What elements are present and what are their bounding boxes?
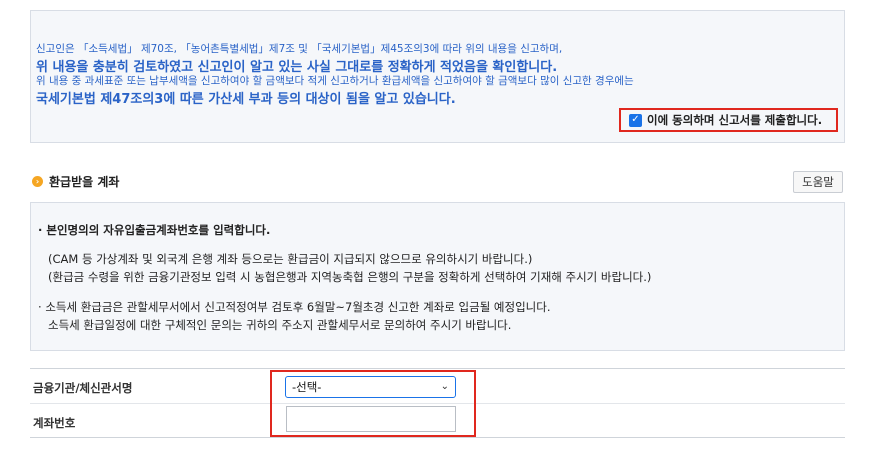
chevron-down-icon: ⌄ — [440, 381, 449, 392]
bank-select-value: -선택- — [292, 380, 322, 394]
declaration-box: 신고인은 「소득세법」 제70조, 「농어촌특별세법」제7조 및 「국세기본법」… — [30, 10, 845, 143]
notice-item-2-line-1: · 소득세 환급금은 관할세무서에서 신고적정여부 검토후 6월말~7월초경 신… — [38, 300, 551, 314]
notice-item-2-line-2: 소득세 환급일정에 대한 구체적인 문의는 귀하의 주소지 관할세무서로 문의하… — [48, 318, 512, 332]
notice-box: · 본인명의의 자유입출금계좌번호를 입력합니다. (CAM 등 가상계좌 및 … — [30, 202, 845, 351]
notice-item-1-title: · 본인명의의 자유입출금계좌번호를 입력합니다. — [38, 223, 271, 237]
account-number-input[interactable] — [286, 406, 456, 432]
notice-item-1-line-1: (CAM 등 가상계좌 및 외국계 은행 계좌 등으로는 환급금이 지급되지 않… — [48, 252, 533, 266]
refund-account-section-title: › 환급받을 계좌 — [32, 173, 119, 190]
agree-label-text: 이에 동의하며 신고서를 제출합니다. — [647, 113, 823, 127]
agree-checkbox-label[interactable]: ✓ 이에 동의하며 신고서를 제출합니다. — [619, 108, 838, 132]
declaration-line-4: 국세기본법 제47조의3에 따른 가산세 부과 등의 대상이 됨을 알고 있습니… — [36, 92, 456, 107]
section-title-text: 환급받을 계좌 — [49, 175, 120, 189]
bank-label: 금융기관/체신관서명 — [33, 381, 133, 395]
bank-select[interactable]: -선택- ⌄ — [285, 376, 456, 398]
notice-item-1-line-2: (환급금 수령을 위한 금융기관정보 입력 시 농협은행과 지역농축협 은행의 … — [48, 270, 652, 284]
declaration-line-3: 위 내용 중 과세표준 또는 납부세액을 신고하여야 할 금액보다 적게 신고하… — [36, 75, 634, 87]
account-label: 계좌번호 — [33, 416, 76, 430]
orange-circle-bullet-icon: › — [32, 176, 43, 187]
help-button[interactable]: 도움말 — [793, 171, 843, 193]
checkbox-checked-icon[interactable]: ✓ — [629, 113, 642, 127]
declaration-line-1: 신고인은 「소득세법」 제70조, 「농어촌특별세법」제7조 및 「국세기본법」… — [36, 43, 563, 55]
